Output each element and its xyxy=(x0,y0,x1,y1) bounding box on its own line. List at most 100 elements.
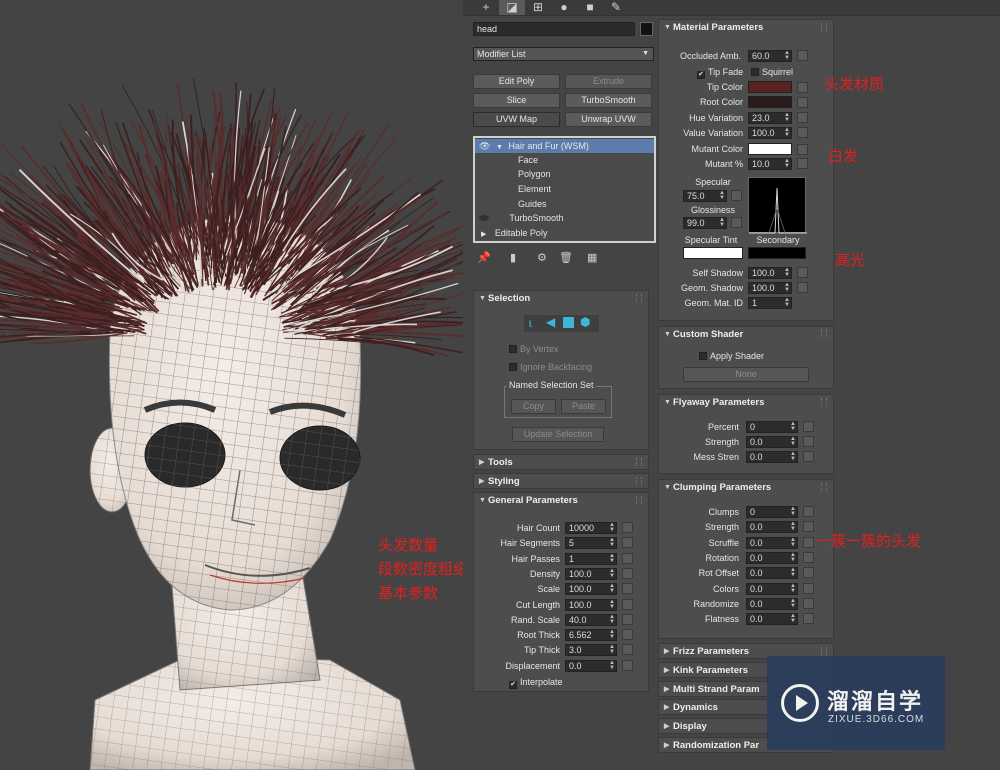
material-parameters-title[interactable]: ▼ Material Parameters xyxy=(659,20,833,36)
self-shadow-spinner[interactable]: 100.0 ▲ ▼ xyxy=(748,267,792,279)
interpolate-checkbox[interactable]: ✔ Interpolate xyxy=(509,677,563,689)
general-hair-passes-spinner[interactable]: 1 ▲ ▼ xyxy=(565,552,617,565)
clumping-randomize-spinner[interactable]: 0.0 ▲ ▼ xyxy=(746,597,798,610)
styling-rollout[interactable]: ▶ Styling xyxy=(473,473,649,489)
pin-stack-icon[interactable]: 📌 xyxy=(477,251,491,264)
general-tip-thick-spinner[interactable]: 3.0 ▲ ▼ xyxy=(565,644,617,657)
mutant-percent-map-button[interactable] xyxy=(797,158,808,169)
motion-icon[interactable]: ● xyxy=(551,0,577,15)
geom-mat-id-spinner[interactable]: 1 ▲ ▼ xyxy=(748,297,792,309)
general-displacement-spinner[interactable]: 0.0 ▲ ▼ xyxy=(565,659,617,672)
turbosmooth-button[interactable]: TurboSmooth xyxy=(565,93,652,108)
modify-icon[interactable]: ◪ xyxy=(499,0,525,15)
hue-variation-map-button[interactable] xyxy=(797,112,808,123)
flyaway-mess-stren-map-button[interactable] xyxy=(803,451,814,462)
expand-triangle-icon[interactable]: ▼ xyxy=(496,144,503,151)
update-selection-button[interactable]: Update Selection xyxy=(512,427,604,442)
display-icon[interactable]: ■ xyxy=(577,0,603,15)
general-scale-map-button[interactable] xyxy=(622,583,633,595)
guides-icon[interactable]: ɩ xyxy=(529,316,532,330)
unwrap-uvw-button[interactable]: Unwrap UVW xyxy=(565,112,652,127)
flyaway-mess-stren-spinner[interactable]: 0.0 ▲ ▼ xyxy=(746,451,798,463)
general-hair-count-spinner[interactable]: 10000 ▲ ▼ xyxy=(565,522,617,534)
general-density-map-button[interactable] xyxy=(622,567,633,579)
polygon-icon[interactable] xyxy=(563,317,574,328)
tip-fade-checkbox[interactable]: ✔ Tip Fade xyxy=(697,67,743,79)
stack-item-turbosmooth[interactable]: TurboSmooth xyxy=(475,211,654,225)
object-name-field[interactable]: head xyxy=(473,22,635,36)
edit-poly-button[interactable]: Edit Poly xyxy=(473,74,560,89)
specular-tint-swatch[interactable] xyxy=(683,247,743,259)
general-displacement-map-button[interactable] xyxy=(622,659,633,671)
stack-item-element[interactable]: Element xyxy=(475,182,654,196)
clumping-rot-offset-spinner[interactable]: 0.0 ▲ ▼ xyxy=(746,567,798,580)
clumping-colors-map-button[interactable] xyxy=(803,582,814,594)
clumping-scruffle-spinner[interactable]: 0.0 ▲ ▼ xyxy=(746,536,798,549)
self-shadow-map-button[interactable] xyxy=(797,267,808,278)
value-variation-map-button[interactable] xyxy=(797,127,808,138)
expand-right-icon[interactable]: ▶ xyxy=(481,231,486,238)
general-parameters-title[interactable]: ▼ General Parameters xyxy=(474,493,648,509)
custom-shader-title[interactable]: ▼ Custom Shader xyxy=(659,327,833,343)
create-icon[interactable]: + xyxy=(473,0,499,15)
clumping-rot-offset-map-button[interactable] xyxy=(803,567,814,579)
stack-item-editable-poly[interactable]: ▶ Editable Poly xyxy=(475,226,654,240)
glossiness-spinner[interactable]: 99.0 ▲ ▼ xyxy=(683,217,727,229)
configure-sets-icon[interactable]: ▦ xyxy=(587,251,597,264)
slice-button[interactable]: Slice xyxy=(473,93,560,108)
general-hair-segments-spinner[interactable]: 5 ▲ ▼ xyxy=(565,537,617,550)
tools-rollout[interactable]: ▶ Tools xyxy=(473,454,649,470)
flyaway-percent-map-button[interactable] xyxy=(803,421,814,432)
utilities-icon[interactable]: ✎ xyxy=(603,0,629,15)
clumping-strength-map-button[interactable] xyxy=(803,521,814,533)
clumping-colors-spinner[interactable]: 0.0 ▲ ▼ xyxy=(746,582,798,595)
occluded-amb-map-button[interactable] xyxy=(797,50,808,61)
stack-item-hair-and-fur[interactable]: 👁 ▼ Hair and Fur (WSM) xyxy=(475,139,654,153)
mutant-color-map-button[interactable] xyxy=(797,144,808,155)
uvw-map-button[interactable]: UVW Map xyxy=(473,112,560,127)
element-icon[interactable]: ⬢ xyxy=(580,315,590,329)
mutant-color-swatch[interactable] xyxy=(748,143,792,155)
general-root-thick-spinner[interactable]: 6.562 ▲ ▼ xyxy=(565,629,617,642)
general-tip-thick-map-button[interactable] xyxy=(622,644,633,656)
show-end-result-icon[interactable]: ▮ xyxy=(510,251,516,264)
paste-button[interactable]: Paste xyxy=(561,399,606,414)
flyaway-parameters-title[interactable]: ▼ Flyaway Parameters xyxy=(659,395,833,411)
mutant-percent-spinner[interactable]: 10.0 ▲ ▼ xyxy=(748,158,792,170)
clumping-clumps-map-button[interactable] xyxy=(803,506,814,517)
flyaway-percent-spinner[interactable]: 0 ▲ ▼ xyxy=(746,421,798,433)
stack-item-polygon[interactable]: Polygon xyxy=(475,167,654,181)
clumping-flatness-map-button[interactable] xyxy=(803,613,814,625)
viewport[interactable]: 头发数量 段数密度粗细等 基本参数 xyxy=(0,0,463,770)
hierarchy-icon[interactable]: ⊞ xyxy=(525,0,551,15)
root-color-swatch[interactable] xyxy=(748,96,792,108)
flyaway-strength-map-button[interactable] xyxy=(803,436,814,447)
shader-none-button[interactable]: None xyxy=(683,367,809,382)
eye-icon[interactable]: 👁 xyxy=(479,141,490,151)
general-rand-scale-spinner[interactable]: 40.0 ▲ ▼ xyxy=(565,613,617,626)
secondary-swatch[interactable] xyxy=(748,247,806,259)
modifier-list-dropdown[interactable]: Modifier List ▼ xyxy=(473,47,654,61)
geom-shadow-spinner[interactable]: 100.0 ▲ ▼ xyxy=(748,282,792,294)
general-hair-segments-map-button[interactable] xyxy=(622,537,633,549)
general-hair-passes-map-button[interactable] xyxy=(622,552,633,564)
face-icon[interactable]: ◀ xyxy=(546,315,555,329)
clumping-rotation-spinner[interactable]: 0.0 ▲ ▼ xyxy=(746,551,798,564)
clumping-scruffle-map-button[interactable] xyxy=(803,536,814,548)
clumping-flatness-spinner[interactable]: 0.0 ▲ ▼ xyxy=(746,613,798,626)
clumping-randomize-map-button[interactable] xyxy=(803,597,814,609)
stack-item-face[interactable]: Face xyxy=(475,153,654,167)
value-variation-spinner[interactable]: 100.0 ▲ ▼ xyxy=(748,127,792,139)
by-vertex-checkbox[interactable]: By Vertex xyxy=(509,344,559,355)
squirrel-checkbox[interactable]: Squirrel xyxy=(751,67,793,78)
extrude-button[interactable]: Extrude xyxy=(565,74,652,89)
object-color-swatch[interactable] xyxy=(640,22,653,36)
stack-item-guides[interactable]: Guides xyxy=(475,197,654,211)
general-root-thick-map-button[interactable] xyxy=(622,629,633,641)
flyaway-strength-spinner[interactable]: 0.0 ▲ ▼ xyxy=(746,436,798,448)
copy-button[interactable]: Copy xyxy=(511,399,556,414)
make-unique-icon[interactable]: ⚙ xyxy=(537,251,547,264)
general-cut-length-map-button[interactable] xyxy=(622,598,633,610)
clumping-clumps-spinner[interactable]: 0 ▲ ▼ xyxy=(746,506,798,518)
clumping-parameters-title[interactable]: ▼ Clumping Parameters xyxy=(659,480,833,496)
